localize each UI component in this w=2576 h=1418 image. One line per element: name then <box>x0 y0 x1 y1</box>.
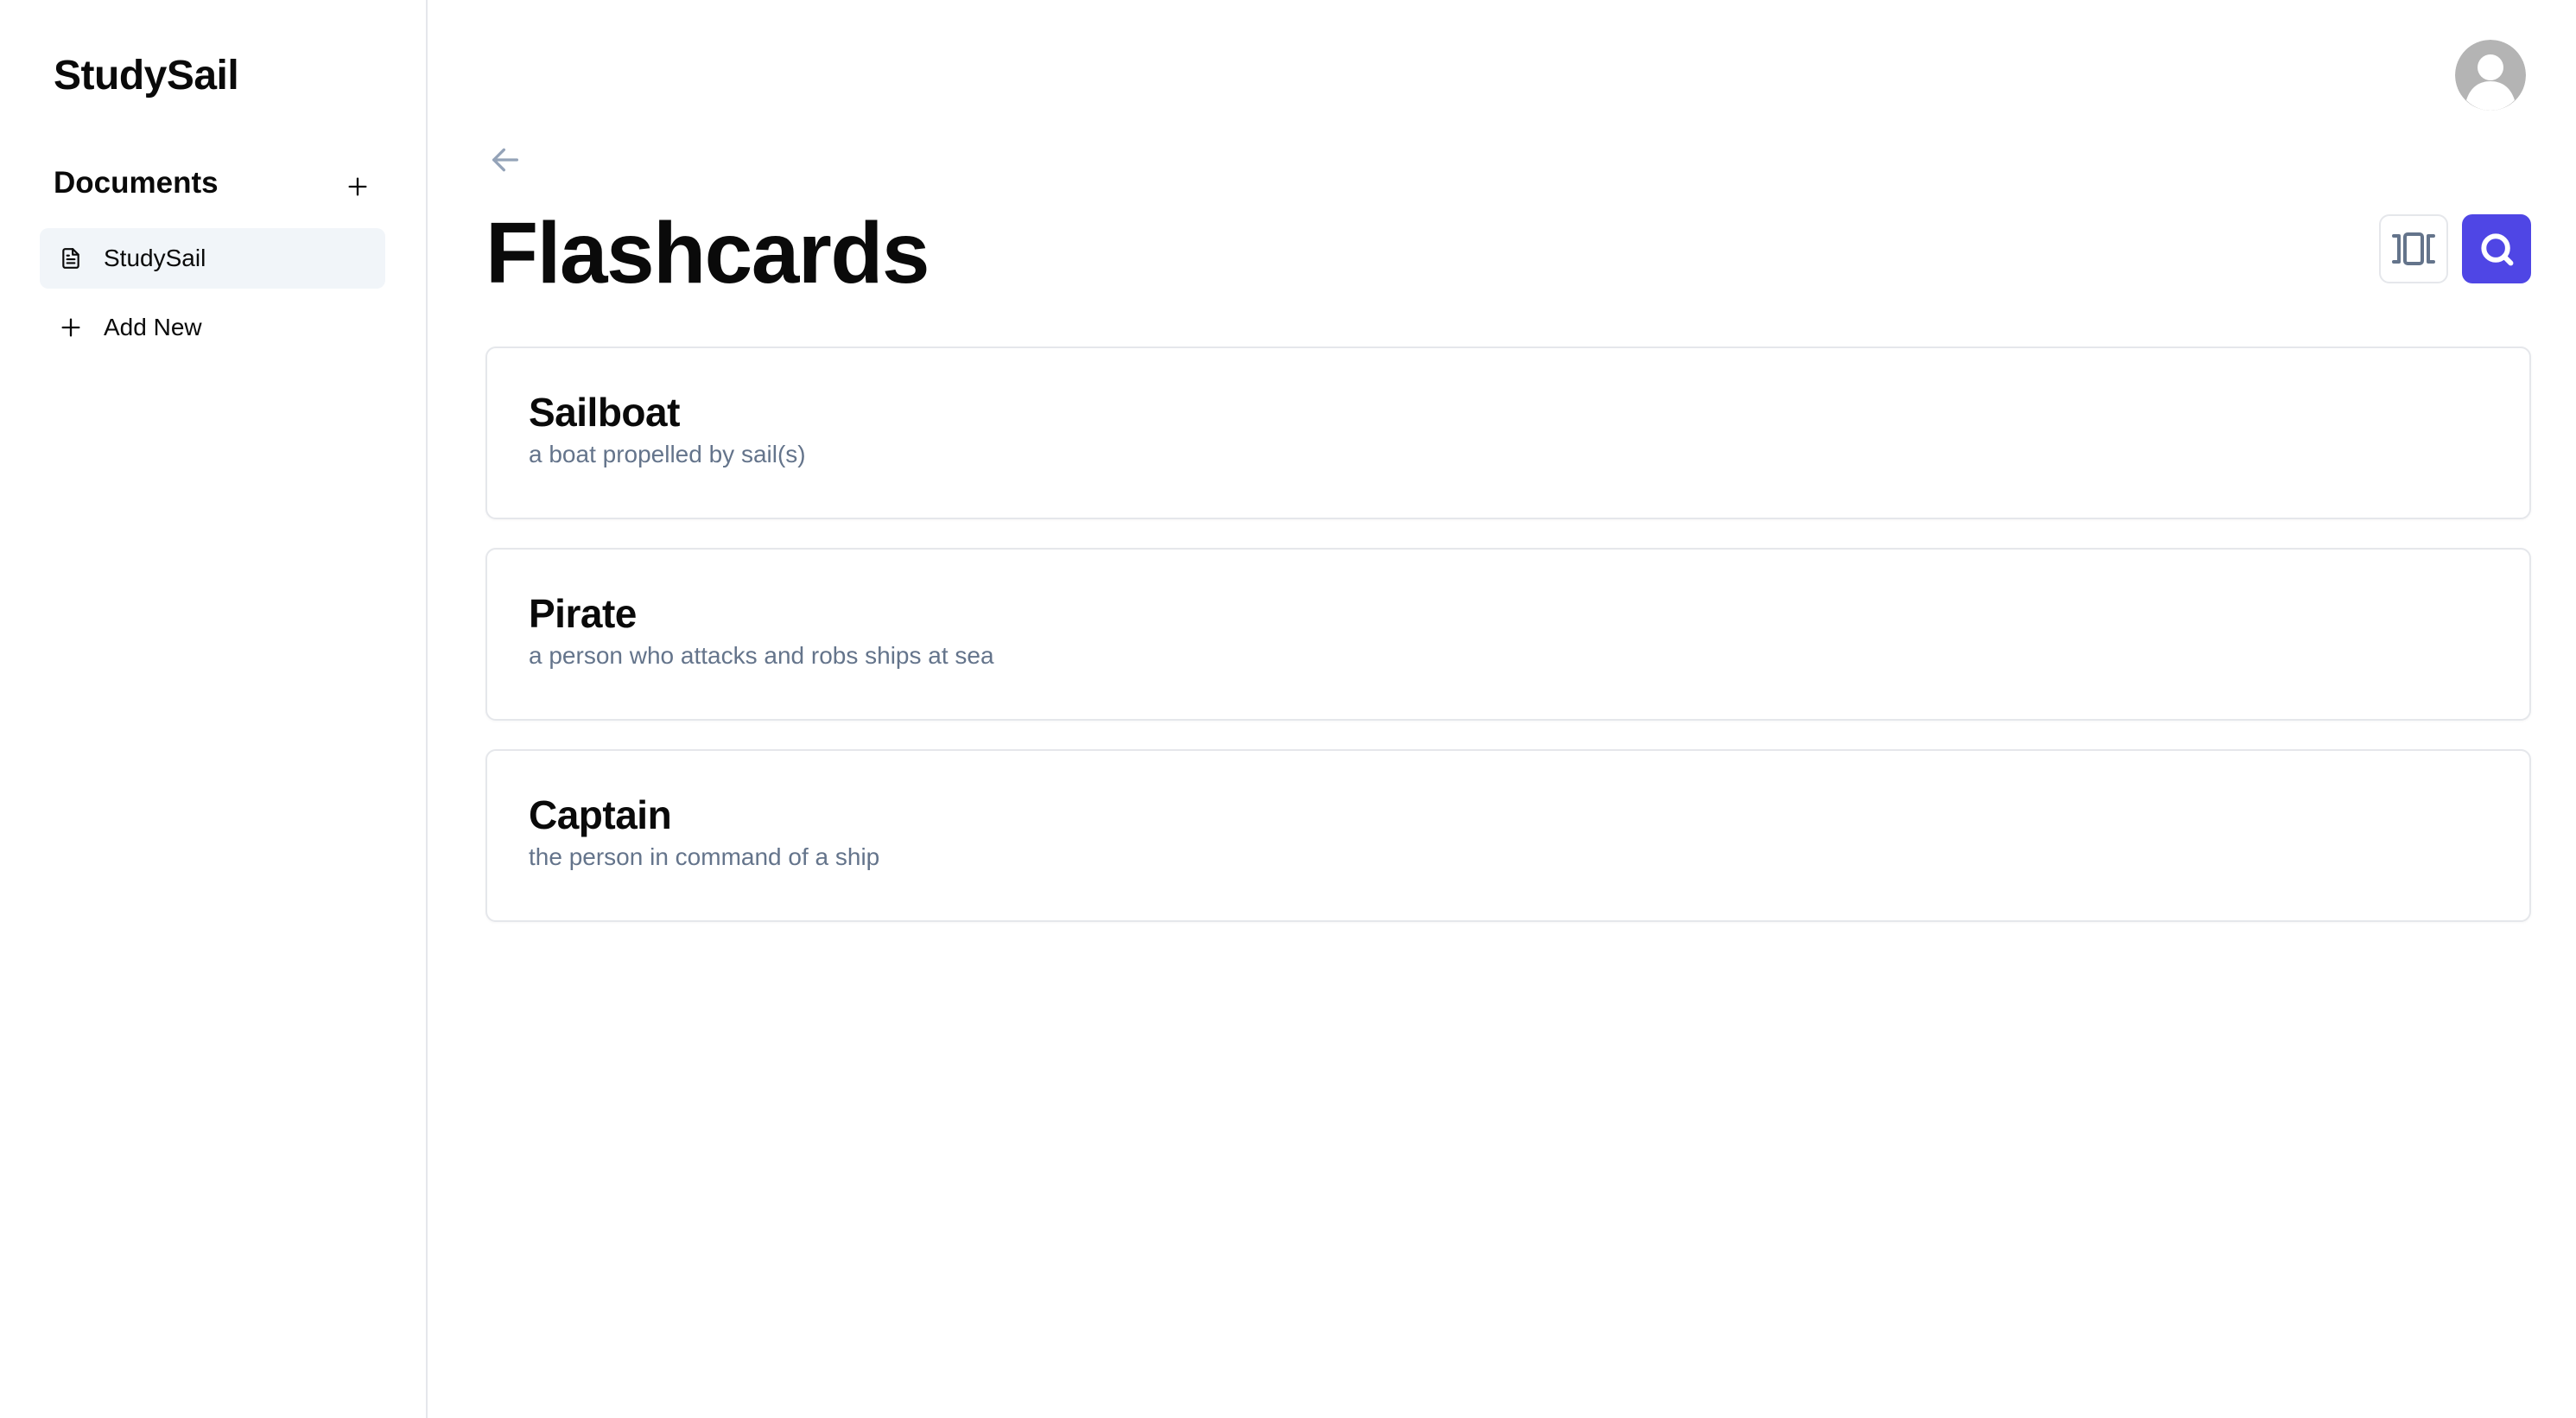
flashcard-list: Sailboat a boat propelled by sail(s) Pir… <box>485 347 2531 951</box>
flashcard-term: Captain <box>529 792 672 837</box>
sidebar-item-add-new[interactable]: Add New <box>40 297 385 358</box>
sidebar-item-label: StudySail <box>104 245 206 271</box>
search-icon <box>2481 233 2514 266</box>
plus-icon <box>55 312 86 343</box>
flashcard-definition: a boat propelled by sail(s) <box>529 441 806 467</box>
flashcard[interactable]: Sailboat a boat propelled by sail(s) <box>485 347 2531 519</box>
carousel-icon <box>2392 232 2435 265</box>
documents-section-title: Documents <box>54 166 219 200</box>
sidebar-item-studysail[interactable]: StudySail <box>40 228 385 289</box>
flashcard-term: Pirate <box>529 591 637 636</box>
flashcard[interactable]: Pirate a person who attacks and robs shi… <box>485 548 2531 721</box>
app-root: StudySail Documents StudySail Add New Fl… <box>0 0 2576 1418</box>
plus-icon <box>348 177 367 196</box>
user-avatar-icon <box>2455 40 2526 111</box>
arrow-left-icon <box>492 148 518 172</box>
add-document-button[interactable] <box>342 171 373 202</box>
flashcard-term: Sailboat <box>529 390 680 435</box>
page-title: Flashcards <box>485 205 930 302</box>
flashcard-definition: the person in command of a ship <box>529 843 880 870</box>
sidebar-item-label: Add New <box>104 314 202 340</box>
app-brand[interactable]: StudySail <box>54 50 239 102</box>
user-avatar[interactable] <box>2455 40 2526 111</box>
carousel-view-button[interactable] <box>2379 214 2448 283</box>
search-button[interactable] <box>2462 214 2531 283</box>
back-button[interactable] <box>485 140 525 180</box>
flashcard-definition: a person who attacks and robs ships at s… <box>529 642 994 669</box>
document-icon <box>55 243 86 274</box>
flashcard[interactable]: Captain the person in command of a ship <box>485 749 2531 922</box>
sidebar: StudySail Documents StudySail Add New <box>0 0 428 1418</box>
